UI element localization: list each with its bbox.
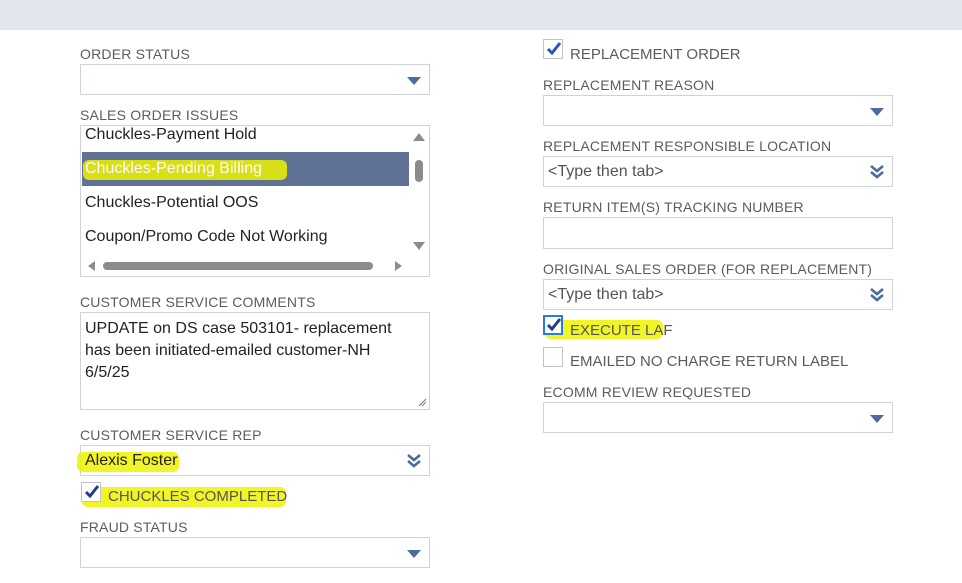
checkmark-icon (546, 318, 562, 332)
replacement-responsible-location-label: REPLACEMENT RESPONSIBLE LOCATION (543, 138, 832, 154)
sales-order-issues-listbox[interactable]: Chuckles-Payment Hold Chuckles-Pending B… (80, 125, 430, 277)
resize-handle-icon[interactable] (417, 397, 427, 407)
list-item-selected[interactable]: Chuckles-Pending Billing (82, 152, 410, 186)
checkmark-icon (546, 42, 562, 56)
list-item[interactable]: Chuckles-Potential OOS (82, 186, 410, 220)
return-tracking-label: RETURN ITEM(S) TRACKING NUMBER (543, 199, 804, 215)
original-sales-order-input[interactable]: <Type then tab> (543, 279, 893, 310)
sales-order-issues-label: SALES ORDER ISSUES (80, 107, 239, 123)
customer-service-rep-select[interactable]: Alexis Foster (77, 445, 430, 476)
dropdown-caret-icon (870, 415, 884, 423)
replacement-reason-select[interactable] (543, 95, 893, 126)
list-item-label: Chuckles-Pending Billing (85, 160, 262, 177)
replacement-order-checkbox[interactable] (543, 39, 563, 59)
customer-service-rep-label: CUSTOMER SERVICE REP (80, 427, 262, 443)
double-chevron-down-icon (870, 288, 884, 302)
comments-value: UPDATE on DS case 503101- replacement ha… (85, 320, 392, 381)
fraud-status-label: FRAUD STATUS (80, 519, 188, 535)
replacement-order-label: REPLACEMENT ORDER (570, 46, 741, 63)
fraud-status-select[interactable] (80, 537, 430, 568)
vertical-scrollbar[interactable] (409, 126, 429, 256)
scrollbar-arrows-icon (413, 133, 425, 250)
order-status-select[interactable] (80, 64, 430, 95)
double-chevron-down-icon (407, 454, 421, 468)
return-tracking-input[interactable] (543, 217, 893, 249)
ecomm-review-select[interactable] (543, 402, 893, 433)
horizontal-scrollbar[interactable] (81, 256, 429, 276)
list-item[interactable]: Coupon/Promo Code Not Working (82, 220, 410, 254)
replacement-responsible-location-input[interactable]: <Type then tab> (543, 156, 893, 187)
customer-service-comments-textarea[interactable]: UPDATE on DS case 503101- replacement ha… (80, 312, 430, 410)
list-item[interactable]: Chuckles-Payment Hold (82, 126, 410, 152)
scrollbar-arrows-icon (88, 261, 402, 271)
top-bar (0, 0, 962, 30)
dropdown-caret-icon (407, 550, 421, 558)
chuckles-completed-label: CHUCKLES COMPLETED (108, 488, 288, 505)
customer-service-comments-label: CUSTOMER SERVICE COMMENTS (80, 294, 316, 310)
order-status-label: ORDER STATUS (80, 46, 190, 62)
checkmark-icon (84, 485, 100, 499)
emailed-no-charge-label: EMAILED NO CHARGE RETURN LABEL (570, 353, 849, 370)
emailed-no-charge-checkbox[interactable] (543, 347, 563, 367)
double-chevron-down-icon (870, 165, 884, 179)
original-sales-order-label: ORIGINAL SALES ORDER (FOR REPLACEMENT) (543, 261, 873, 277)
replacement-responsible-location-placeholder: <Type then tab> (548, 163, 664, 180)
customer-service-rep-value: Alexis Foster (85, 452, 178, 469)
dropdown-caret-icon (407, 77, 421, 85)
ecomm-review-label: ECOMM REVIEW REQUESTED (543, 384, 752, 400)
replacement-reason-label: REPLACEMENT REASON (543, 77, 715, 93)
execute-laf-checkbox[interactable] (543, 315, 563, 335)
dropdown-caret-icon (870, 108, 884, 116)
original-sales-order-placeholder: <Type then tab> (548, 286, 664, 303)
execute-laf-label: EXECUTE LAF (570, 322, 673, 339)
chuckles-completed-checkbox[interactable] (81, 482, 101, 502)
